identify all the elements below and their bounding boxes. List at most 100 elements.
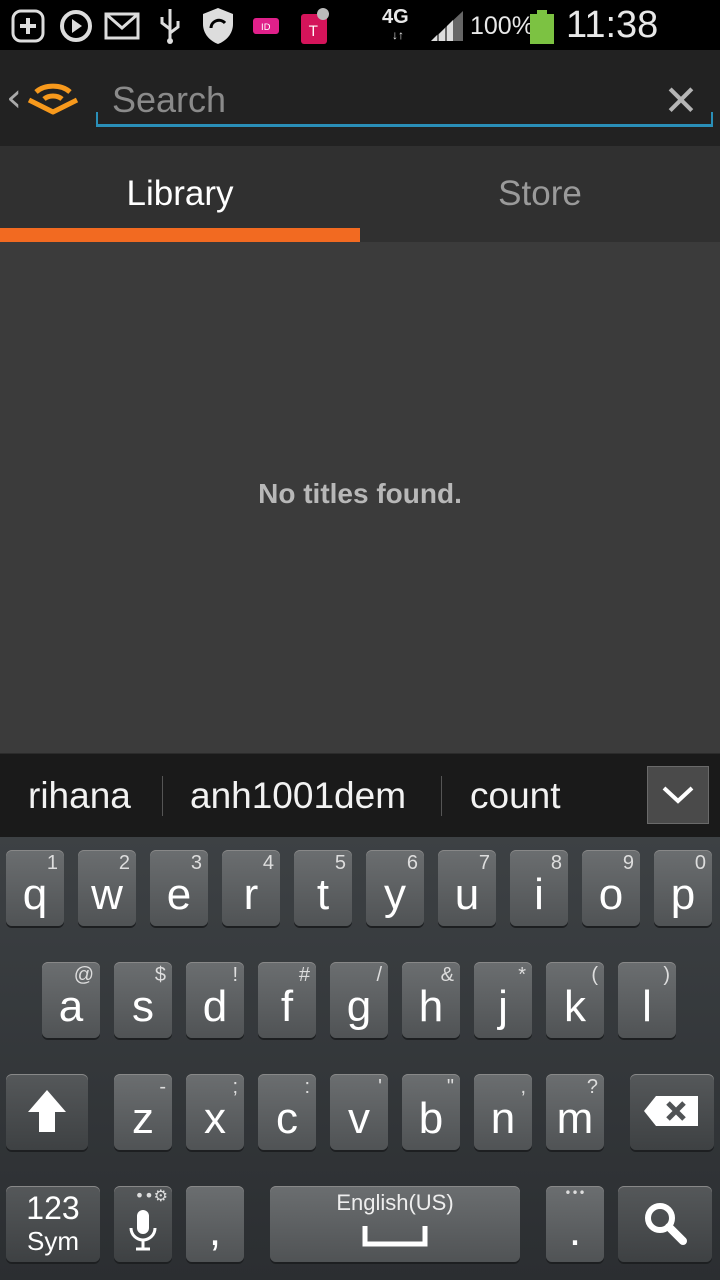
- key-r[interactable]: 4r: [222, 850, 280, 926]
- battery-percent: 100%: [470, 12, 534, 40]
- suggestion-item[interactable]: rihana: [28, 754, 131, 838]
- suggestion-bar: rihana anh1001dem count: [0, 753, 720, 837]
- settings-gear-icon: ••⚙: [134, 1186, 168, 1205]
- backspace-key[interactable]: [630, 1074, 714, 1150]
- key-a[interactable]: @ a: [42, 962, 100, 1038]
- symbols-key-top-label: 123: [26, 1190, 80, 1226]
- expand-suggestions-button[interactable]: [647, 766, 709, 824]
- key-label: w: [91, 870, 123, 919]
- key-l[interactable]: ) l: [618, 962, 676, 1038]
- soft-keyboard: 1q 2w 3e 4r 5t 6y 7u 8i 9o 0p @ a $ s ! d #…: [0, 837, 720, 1280]
- key-label: t: [316, 870, 330, 919]
- symbols-key[interactable]: 123 Sym: [6, 1186, 100, 1262]
- space-bar-icon: [362, 1226, 428, 1247]
- suggestion-item[interactable]: anh1001dem: [190, 754, 406, 838]
- key-label: u: [454, 870, 480, 919]
- empty-state-message: No titles found.: [258, 478, 462, 509]
- space-key-language-label: English(US): [336, 1190, 454, 1215]
- search-icon: [645, 1203, 687, 1245]
- key-label: d: [202, 982, 228, 1031]
- battery-icon: [530, 10, 554, 44]
- shift-arrow-icon: [28, 1090, 66, 1132]
- backspace-icon: [644, 1096, 698, 1126]
- svg-text:ID: ID: [261, 23, 271, 33]
- key-label: ,: [208, 1206, 222, 1255]
- key-hint: •••: [564, 1186, 586, 1200]
- search-underline: [96, 124, 713, 127]
- key-label: f: [280, 982, 294, 1031]
- key-label: h: [418, 982, 444, 1031]
- comma-key[interactable]: ,: [186, 1186, 244, 1262]
- key-label: s: [132, 982, 154, 1031]
- search-underline-left: [96, 112, 98, 126]
- shield-icon: [196, 6, 240, 46]
- key-label: e: [166, 870, 192, 919]
- space-key[interactable]: English(US): [270, 1186, 520, 1262]
- clear-search-button[interactable]: ✕: [656, 76, 706, 126]
- key-label: p: [670, 870, 696, 919]
- suggestion-item[interactable]: count: [470, 754, 561, 838]
- key-label: c: [276, 1094, 298, 1143]
- key-e[interactable]: 3e: [150, 850, 208, 926]
- key-s[interactable]: $ s: [114, 962, 172, 1038]
- audible-logo-icon: [26, 74, 80, 122]
- caller-id-icon: ID: [250, 6, 282, 46]
- up-navigation-button[interactable]: ‹: [0, 68, 90, 128]
- usb-icon: [152, 6, 188, 46]
- data-arrows: ↓↑: [392, 28, 404, 42]
- key-k[interactable]: (k: [546, 962, 604, 1038]
- key-t[interactable]: 5t: [294, 850, 352, 926]
- key-n[interactable]: ,n: [474, 1074, 532, 1150]
- chevron-down-icon: [662, 786, 694, 804]
- back-chevron-icon: ‹: [6, 75, 22, 121]
- key-z[interactable]: -z: [114, 1074, 172, 1150]
- key-j[interactable]: * j: [474, 962, 532, 1038]
- key-q[interactable]: 1q: [6, 850, 64, 926]
- key-y[interactable]: 6y: [366, 850, 424, 926]
- microphone-icon: [129, 1210, 157, 1251]
- key-c[interactable]: :c: [258, 1074, 316, 1150]
- key-label: o: [598, 870, 624, 919]
- key-v[interactable]: ' v: [330, 1074, 388, 1150]
- key-x[interactable]: ; x: [186, 1074, 244, 1150]
- action-bar: ‹ ✕: [0, 50, 720, 146]
- tab-store[interactable]: Store: [360, 146, 720, 242]
- tmobile-icon: T: [296, 6, 336, 46]
- selected-tab-indicator: [0, 228, 360, 242]
- key-d[interactable]: ! d: [186, 962, 244, 1038]
- key-label: y: [384, 870, 406, 919]
- key-label: k: [564, 982, 586, 1031]
- key-label: g: [346, 982, 372, 1031]
- sync-icon: [56, 6, 96, 46]
- key-m[interactable]: ? m: [546, 1074, 604, 1150]
- search-input[interactable]: [96, 76, 656, 124]
- key-h[interactable]: & h: [402, 962, 460, 1038]
- svg-text:T: T: [308, 24, 318, 40]
- key-label: a: [58, 982, 84, 1031]
- key-b[interactable]: " b: [402, 1074, 460, 1150]
- mail-icon: [102, 6, 142, 46]
- key-label: b: [418, 1094, 444, 1143]
- search-underline-right: [711, 112, 713, 126]
- symbols-key-bottom-label: Sym: [27, 1226, 79, 1256]
- key-g[interactable]: / g: [330, 962, 388, 1038]
- key-label: l: [642, 982, 652, 1031]
- signal-icon: [428, 6, 466, 46]
- key-o[interactable]: 9o: [582, 850, 640, 926]
- key-label: .: [568, 1206, 582, 1255]
- key-u[interactable]: 7u: [438, 850, 496, 926]
- key-w[interactable]: 2w: [78, 850, 136, 926]
- status-bar: ID T 4G ↓↑ 100% 11:38 AM: [0, 0, 720, 89]
- results-area: No titles found.: [0, 242, 720, 753]
- shift-key[interactable]: [6, 1074, 88, 1150]
- key-f[interactable]: # f: [258, 962, 316, 1038]
- add-icon: [8, 6, 48, 46]
- period-key[interactable]: ••• .: [546, 1186, 604, 1262]
- key-label: j: [498, 982, 508, 1031]
- voice-input-key[interactable]: ••⚙: [114, 1186, 172, 1262]
- search-key[interactable]: [618, 1186, 712, 1262]
- key-label: z: [132, 1094, 154, 1143]
- key-i[interactable]: 8i: [510, 850, 568, 926]
- suggestion-divider: [441, 776, 442, 816]
- key-p[interactable]: 0p: [654, 850, 712, 926]
